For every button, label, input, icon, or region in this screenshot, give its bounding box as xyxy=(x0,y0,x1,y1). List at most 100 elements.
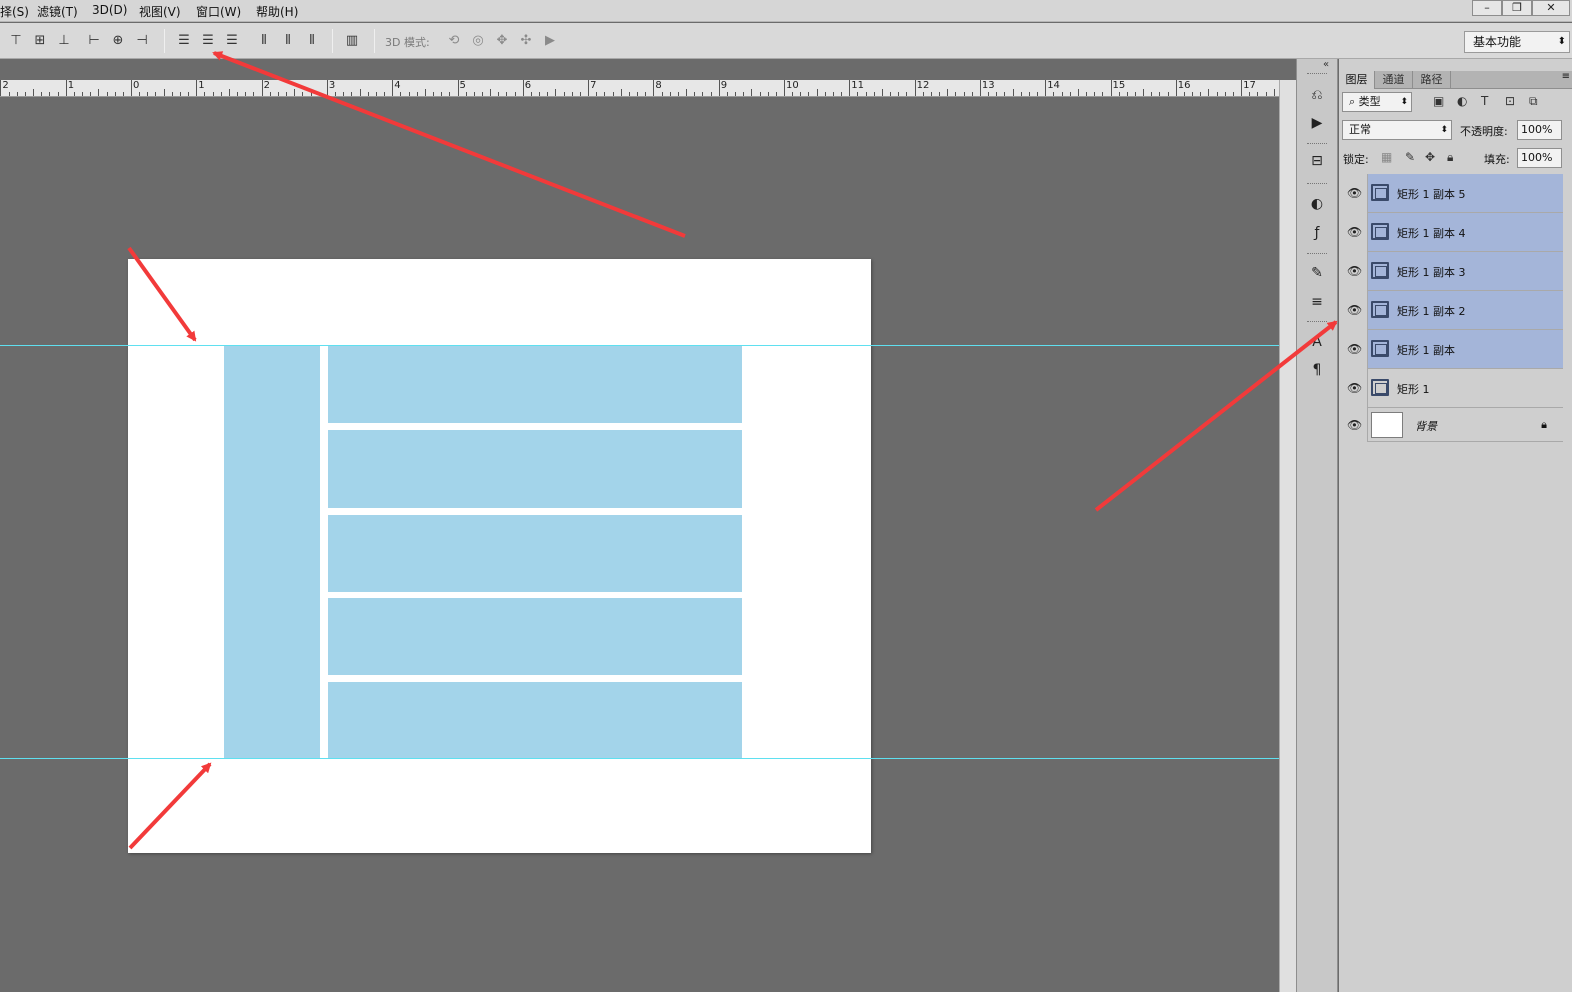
content-rectangle[interactable] xyxy=(328,598,742,675)
content-rectangle[interactable] xyxy=(328,430,742,508)
brush-presets-icon[interactable]: ≡ xyxy=(1305,290,1329,314)
distribute-vertical-centers-icon[interactable]: ☰ xyxy=(198,31,218,51)
visibility-toggle[interactable]: 👁︎ xyxy=(1339,369,1368,408)
visibility-toggle[interactable]: 👁︎ xyxy=(1339,408,1368,442)
document-canvas[interactable] xyxy=(128,259,871,853)
lock-position-icon[interactable]: ✥ xyxy=(1425,150,1435,164)
ruler-label: 9 xyxy=(720,80,728,91)
filter-adjustment-icon[interactable]: ◐ xyxy=(1457,94,1467,108)
tab-layers[interactable]: 图层 xyxy=(1339,71,1375,89)
visibility-toggle[interactable]: 👁︎ xyxy=(1339,213,1368,252)
align-vertical-centers-icon[interactable]: ⊞ xyxy=(30,31,50,51)
ruler-tick xyxy=(417,92,418,96)
character-icon[interactable]: A xyxy=(1305,330,1329,354)
adjustments-icon[interactable]: ◐ xyxy=(1305,192,1329,216)
content-rectangle[interactable] xyxy=(328,682,742,758)
horizontal-guide-bottom[interactable] xyxy=(0,758,1279,759)
layer-row[interactable]: 👁︎ 矩形 1 副本 5 xyxy=(1339,174,1563,213)
dock-grip[interactable] xyxy=(1307,321,1327,324)
align-horizontal-centers-icon[interactable]: ⊕ xyxy=(108,31,128,51)
align-top-edges-icon[interactable]: ⊤ xyxy=(6,31,26,51)
dock-grip[interactable] xyxy=(1307,143,1327,146)
opacity-input[interactable]: 100% xyxy=(1517,120,1562,140)
paragraph-icon[interactable]: ¶ xyxy=(1305,358,1329,382)
ruler-tick xyxy=(400,92,401,96)
vertical-scrollbar[interactable] xyxy=(1279,80,1296,992)
align-left-edges-icon[interactable]: ⊢ xyxy=(84,31,104,51)
content-rectangle[interactable] xyxy=(328,345,742,423)
filter-type-icon[interactable]: T xyxy=(1481,94,1488,108)
ruler-tick xyxy=(41,92,42,96)
align-bottom-edges-icon[interactable]: ⊥ xyxy=(54,31,74,51)
workspace-select[interactable]: 基本功能 ⬍ xyxy=(1464,31,1570,53)
brush-icon[interactable]: ✎ xyxy=(1305,261,1329,285)
menu-select[interactable]: 择(S) xyxy=(0,3,29,20)
3d-pan-icon[interactable]: ✥ xyxy=(492,31,512,51)
menu-help[interactable]: 帮助(H) xyxy=(256,3,298,20)
ruler-tick xyxy=(784,80,785,96)
horizontal-guide-top[interactable] xyxy=(0,345,1279,346)
dock-grip[interactable] xyxy=(1307,73,1327,76)
tab-channels[interactable]: 通道 xyxy=(1375,71,1413,89)
content-rectangle[interactable] xyxy=(328,515,742,592)
ruler-tick xyxy=(433,92,434,96)
distribute-top-icon[interactable]: ☰ xyxy=(174,31,194,51)
3d-slide-icon[interactable]: ✣ xyxy=(516,31,536,51)
visibility-toggle[interactable]: 👁︎ xyxy=(1339,174,1368,213)
lock-all-icon[interactable]: 🔒︎ xyxy=(1447,150,1453,165)
ruler-label: 0 xyxy=(133,80,140,91)
auto-align-icon[interactable]: ▥ xyxy=(342,31,362,51)
menu-3d[interactable]: 3D(D) xyxy=(92,3,127,17)
distribute-bottom-icon[interactable]: ☰ xyxy=(222,31,242,51)
layer-row[interactable]: 👁︎ 背景 🔒︎ xyxy=(1339,408,1563,442)
layer-row[interactable]: 👁︎ 矩形 1 副本 4 xyxy=(1339,213,1563,252)
filter-pixel-icon[interactable]: ▣ xyxy=(1433,94,1444,108)
layer-row[interactable]: 👁︎ 矩形 1 xyxy=(1339,369,1563,408)
ruler-tick xyxy=(776,92,777,96)
ruler-tick xyxy=(670,92,671,96)
menu-window[interactable]: 窗口(W) xyxy=(196,3,241,20)
dock-grip[interactable] xyxy=(1307,183,1327,186)
actions-play-icon[interactable]: ▶ xyxy=(1305,111,1329,135)
3d-roll-icon[interactable]: ◎ xyxy=(468,31,488,51)
properties-icon[interactable]: ⊟ xyxy=(1305,149,1329,173)
lock-transparent-icon[interactable]: ▦ xyxy=(1381,150,1392,164)
layer-name: 背景 xyxy=(1415,420,1437,433)
layer-row[interactable]: 👁︎ 矩形 1 副本 xyxy=(1339,330,1563,369)
ruler-label: 6 xyxy=(524,80,532,91)
ruler-tick xyxy=(915,80,916,96)
3d-orbit-icon[interactable]: ⟲ xyxy=(444,31,464,51)
visibility-toggle[interactable]: 👁︎ xyxy=(1339,330,1368,369)
layer-row[interactable]: 👁︎ 矩形 1 副本 3 xyxy=(1339,252,1563,291)
sidebar-rectangle[interactable] xyxy=(224,345,320,758)
layer-filter-select[interactable]: ⌕ 类型 ⬍ xyxy=(1342,92,1412,112)
distribute-horizontal-centers-icon[interactable]: ⫴ xyxy=(278,31,298,51)
minimize-button[interactable]: – xyxy=(1472,0,1502,16)
tab-paths[interactable]: 路径 xyxy=(1413,71,1451,89)
align-right-edges-icon[interactable]: ⊣ xyxy=(132,31,152,51)
fill-input[interactable]: 100% xyxy=(1517,148,1562,168)
history-icon[interactable]: ⎌ xyxy=(1305,83,1329,107)
distribute-right-icon[interactable]: ⫴ xyxy=(302,31,322,51)
panel-menu-icon[interactable]: ≡ xyxy=(1562,71,1570,82)
visibility-toggle[interactable]: 👁︎ xyxy=(1339,291,1368,330)
ruler-tick xyxy=(1217,92,1218,96)
restore-button[interactable]: ❐ xyxy=(1502,0,1532,16)
dock-grip[interactable] xyxy=(1307,253,1327,256)
menu-view[interactable]: 视图(V) xyxy=(139,3,181,20)
filter-smart-object-icon[interactable]: ⧉ xyxy=(1529,94,1538,109)
ruler-tick xyxy=(1111,80,1112,96)
3d-scale-icon[interactable]: ▶ xyxy=(540,31,560,51)
filter-shape-icon[interactable]: ⊡ xyxy=(1505,94,1515,108)
ruler-tick xyxy=(319,92,320,96)
distribute-left-icon[interactable]: ⫴ xyxy=(254,31,274,51)
collapse-icon[interactable]: « xyxy=(1323,59,1329,70)
lock-pixels-icon[interactable]: ✎ xyxy=(1405,150,1415,164)
layer-row[interactable]: 👁︎ 矩形 1 副本 2 xyxy=(1339,291,1563,330)
visibility-toggle[interactable]: 👁︎ xyxy=(1339,252,1368,291)
close-button[interactable]: ✕ xyxy=(1532,0,1570,16)
lock-label: 锁定: xyxy=(1343,153,1369,166)
styles-fx-icon[interactable]: ƒ xyxy=(1305,221,1329,245)
menu-filter[interactable]: 滤镜(T) xyxy=(37,3,78,20)
blend-mode-select[interactable]: 正常 ⬍ xyxy=(1342,120,1452,140)
